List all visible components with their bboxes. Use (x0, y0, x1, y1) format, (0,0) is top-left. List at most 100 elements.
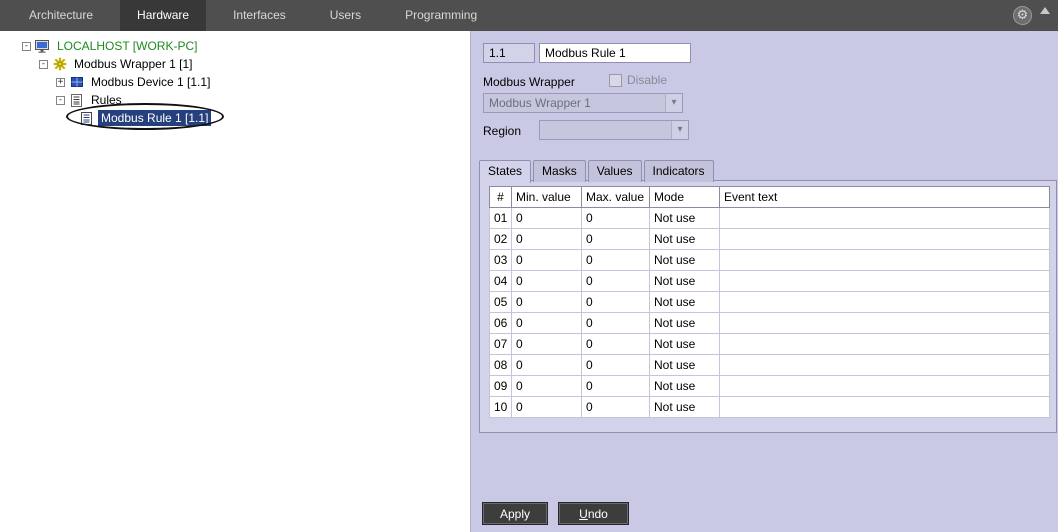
max-value-cell[interactable]: 0 (582, 313, 650, 334)
apply-button[interactable]: Apply (483, 503, 547, 524)
collapse-panel-arrow-icon[interactable] (1040, 7, 1050, 14)
tab-indicators[interactable]: Indicators (644, 160, 714, 182)
settings-gear-button[interactable]: ⚙ (1013, 6, 1032, 25)
disable-checkbox-group: Disable (609, 73, 667, 87)
max-value-cell[interactable]: 0 (582, 271, 650, 292)
max-value-cell[interactable]: 0 (582, 376, 650, 397)
nav-tabs: Architecture Hardware Interfaces Users Progr… (0, 0, 504, 31)
tree-item[interactable]: - Modbus Wrapper 1 [1] (0, 55, 470, 73)
table-row[interactable]: 0400Not use (490, 271, 1050, 292)
tab-masks[interactable]: Masks (533, 160, 586, 182)
tree-item[interactable]: Modbus Rule 1 [1.1] (0, 109, 470, 127)
settings-panel: Modbus Wrapper Disable Modbus Wrapper 1 … (470, 31, 1058, 532)
column-header: Min. value (512, 187, 582, 208)
min-value-cell[interactable]: 0 (512, 397, 582, 418)
table-row[interactable]: 0900Not use (490, 376, 1050, 397)
tree-item[interactable]: + Modbus Device 1 [1.1] (0, 73, 470, 91)
event-text-cell[interactable] (720, 313, 1050, 334)
event-text-cell[interactable] (720, 271, 1050, 292)
rule-name-field[interactable] (539, 43, 691, 63)
computer-icon (35, 39, 50, 53)
row-number: 08 (490, 355, 512, 376)
table-row[interactable]: 0800Not use (490, 355, 1050, 376)
min-value-cell[interactable]: 0 (512, 250, 582, 271)
nav-tab-hardware[interactable]: Hardware (120, 0, 206, 31)
rule-icon (79, 111, 94, 125)
table-row[interactable]: 0300Not use (490, 250, 1050, 271)
max-value-cell[interactable]: 0 (582, 292, 650, 313)
parent-wrapper-label: Modbus Wrapper (483, 75, 575, 89)
tab-states[interactable]: States (479, 160, 531, 183)
nav-tab-programming[interactable]: Programming (388, 0, 494, 31)
event-text-cell[interactable] (720, 292, 1050, 313)
column-header: Mode (650, 187, 720, 208)
mode-cell[interactable]: Not use (650, 334, 720, 355)
tree-item[interactable]: - LOCALHOST [WORK-PC] (0, 37, 470, 55)
expand-toggle-icon[interactable]: + (56, 78, 65, 87)
hardware-tree-panel: -LOCALHOST [WORK-PC]-Modbus Wrapper 1 [1… (0, 31, 470, 532)
undo-button[interactable]: Undo (559, 503, 628, 524)
max-value-cell[interactable]: 0 (582, 355, 650, 376)
min-value-cell[interactable]: 0 (512, 292, 582, 313)
nav-tab-users[interactable]: Users (313, 0, 378, 31)
min-value-cell[interactable]: 0 (512, 355, 582, 376)
table-row[interactable]: 0600Not use (490, 313, 1050, 334)
table-row[interactable]: 1000Not use (490, 397, 1050, 418)
collapse-toggle-icon[interactable]: - (56, 96, 65, 105)
tree-item-label[interactable]: Modbus Device 1 [1.1] (88, 74, 213, 90)
event-text-cell[interactable] (720, 229, 1050, 250)
tree-item-label[interactable]: LOCALHOST [WORK-PC] (54, 38, 200, 54)
event-text-cell[interactable] (720, 397, 1050, 418)
region-label: Region (483, 124, 521, 138)
table-row[interactable]: 0500Not use (490, 292, 1050, 313)
min-value-cell[interactable]: 0 (512, 313, 582, 334)
max-value-cell[interactable]: 0 (582, 397, 650, 418)
table-row[interactable]: 0100Not use (490, 208, 1050, 229)
mode-cell[interactable]: Not use (650, 208, 720, 229)
region-dropdown[interactable]: ▾ (539, 120, 689, 140)
event-text-cell[interactable] (720, 250, 1050, 271)
collapse-toggle-icon[interactable]: - (22, 42, 31, 51)
max-value-cell[interactable]: 0 (582, 208, 650, 229)
event-text-cell[interactable] (720, 334, 1050, 355)
disable-label: Disable (627, 73, 667, 87)
table-row[interactable]: 0700Not use (490, 334, 1050, 355)
event-text-cell[interactable] (720, 355, 1050, 376)
tree-item-label[interactable]: Rules (88, 92, 125, 108)
mode-cell[interactable]: Not use (650, 313, 720, 334)
collapse-toggle-icon[interactable]: - (39, 60, 48, 69)
mode-cell[interactable]: Not use (650, 271, 720, 292)
min-value-cell[interactable]: 0 (512, 208, 582, 229)
mode-cell[interactable]: Not use (650, 376, 720, 397)
mode-cell[interactable]: Not use (650, 229, 720, 250)
mode-cell[interactable]: Not use (650, 397, 720, 418)
max-value-cell[interactable]: 0 (582, 250, 650, 271)
mode-cell[interactable]: Not use (650, 250, 720, 271)
mode-cell[interactable]: Not use (650, 292, 720, 313)
settings-tabs: StatesMasksValuesIndicators (479, 160, 716, 182)
tab-values[interactable]: Values (588, 160, 642, 182)
states-tab-content: #Min. valueMax. valueModeEvent text0100N… (479, 180, 1057, 433)
column-header: Event text (720, 187, 1050, 208)
disable-checkbox[interactable] (609, 74, 622, 87)
table-row[interactable]: 0200Not use (490, 229, 1050, 250)
row-number: 05 (490, 292, 512, 313)
min-value-cell[interactable]: 0 (512, 376, 582, 397)
min-value-cell[interactable]: 0 (512, 271, 582, 292)
rule-id-field[interactable] (483, 43, 535, 63)
event-text-cell[interactable] (720, 376, 1050, 397)
tree-item-label[interactable]: Modbus Rule 1 [1.1] (98, 110, 211, 126)
tree-item-label[interactable]: Modbus Wrapper 1 [1] (71, 56, 196, 72)
event-text-cell[interactable] (720, 208, 1050, 229)
nav-tab-interfaces[interactable]: Interfaces (216, 0, 303, 31)
rules-icon (69, 93, 84, 107)
mode-cell[interactable]: Not use (650, 355, 720, 376)
row-number: 09 (490, 376, 512, 397)
min-value-cell[interactable]: 0 (512, 334, 582, 355)
nav-tab-architecture[interactable]: Architecture (12, 0, 110, 31)
max-value-cell[interactable]: 0 (582, 334, 650, 355)
tree-item[interactable]: - Rules (0, 91, 470, 109)
max-value-cell[interactable]: 0 (582, 229, 650, 250)
min-value-cell[interactable]: 0 (512, 229, 582, 250)
parent-wrapper-dropdown[interactable]: Modbus Wrapper 1 ▾ (483, 93, 683, 113)
